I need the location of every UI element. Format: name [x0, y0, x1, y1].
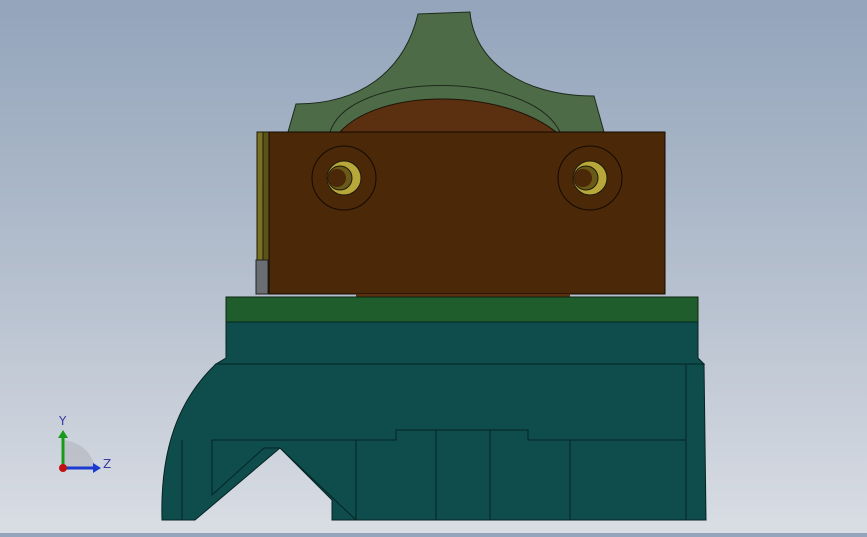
teal-base-outline: [161, 363, 707, 521]
green-plate[interactable]: [225, 296, 699, 323]
triad-z-arrow-icon: [93, 463, 101, 473]
bolt-right[interactable]: [557, 145, 623, 211]
side-plate-front: [256, 131, 264, 261]
bolt-left-hole: [328, 169, 346, 187]
side-plate[interactable]: [255, 131, 270, 295]
cad-model-view[interactable]: [0, 0, 867, 533]
triad-origin: [59, 464, 67, 472]
teal-band[interactable]: [214, 321, 706, 365]
bolt-left[interactable]: [311, 145, 377, 211]
cad-3d-viewport[interactable]: Y Z: [0, 0, 867, 533]
triad-y-arrow-icon: [58, 430, 68, 438]
teal-base-body[interactable]: [161, 363, 707, 521]
bolt-right-hole: [574, 169, 592, 187]
triad-plane: [63, 440, 95, 468]
triad-z-label: Z: [103, 457, 112, 471]
coordinate-triad: [58, 430, 101, 473]
triad-y-label: Y: [59, 414, 67, 428]
side-plate-back: [262, 131, 270, 261]
side-plate-foot: [255, 259, 269, 295]
